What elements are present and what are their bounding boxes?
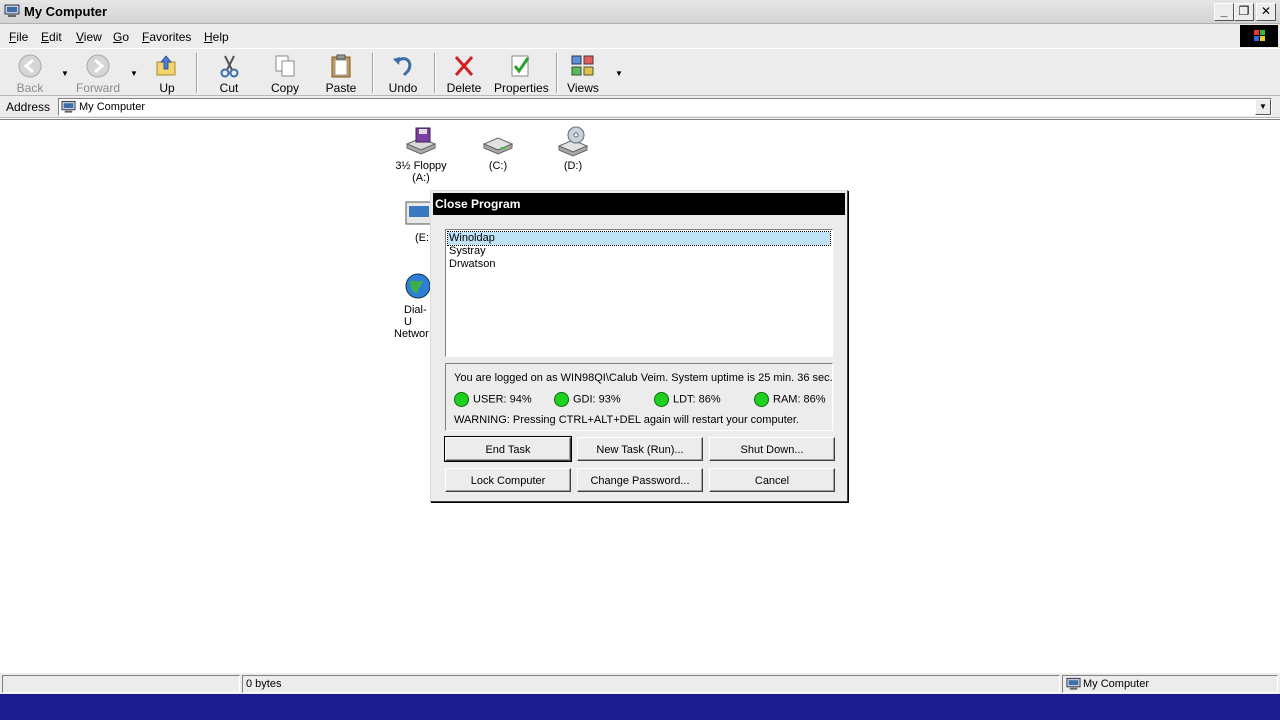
views-button[interactable]: Views [566, 51, 600, 95]
cut-button[interactable]: Cut [212, 51, 246, 95]
dialog-title: Close Program [433, 193, 845, 215]
toolbar-separator [372, 53, 374, 93]
properties-icon [511, 55, 530, 77]
address-value: My Computer [79, 101, 146, 113]
status-ok-icon [454, 392, 469, 407]
status-zone: My Computer [1062, 675, 1278, 693]
resource-gdi: GDI: 93% [554, 392, 621, 407]
views-dropdown-arrow[interactable]: ▼ [615, 69, 623, 78]
menu-favorites[interactable]: Favorites [142, 30, 191, 44]
clipboard-icon [331, 54, 351, 78]
title-bar: My Computer _ ❐ ✕ [0, 0, 1280, 24]
resource-ram: RAM: 86% [754, 392, 826, 407]
forward-dropdown-arrow[interactable]: ▼ [130, 69, 138, 78]
new-task-button[interactable]: New Task (Run)... [577, 437, 703, 461]
windows-flag-icon [1254, 30, 1265, 41]
warning-text: WARNING: Pressing CTRL+ALT+DEL again wil… [454, 414, 799, 426]
up-button[interactable]: Up [150, 51, 184, 95]
cd-drive-icon [557, 126, 589, 157]
back-arrow-icon [18, 54, 42, 78]
status-ok-icon [754, 392, 769, 407]
folder-up-icon [156, 55, 176, 76]
window-title: My Computer [24, 4, 108, 19]
cancel-button[interactable]: Cancel [709, 468, 835, 492]
undo-button[interactable]: Undo [386, 51, 420, 95]
logon-text: You are logged on as WIN98QI\Calub Veim.… [454, 372, 833, 384]
delete-button[interactable]: Delete [446, 51, 482, 95]
status-ok-icon [554, 392, 569, 407]
resource-ldt: LDT: 86% [654, 392, 721, 407]
dialup-networking[interactable]: Dial-U Networ [390, 272, 432, 340]
undo-icon [393, 57, 412, 77]
end-task-button[interactable]: End Task [444, 436, 572, 462]
drive-d[interactable]: (D:) [539, 126, 607, 172]
paste-button[interactable]: Paste [322, 51, 360, 95]
toolbar: Back ▼ Forward ▼ Up Cut Copy Paste Undo … [0, 48, 1280, 96]
toolbar-separator [434, 53, 436, 93]
status-size: 0 bytes [242, 675, 1060, 693]
delete-x-icon [454, 56, 474, 76]
views-grid-icon [571, 55, 594, 76]
computer-icon [61, 100, 76, 113]
copy-icon [275, 55, 295, 77]
change-password-button[interactable]: Change Password... [577, 468, 703, 492]
toolbar-separator [556, 53, 558, 93]
scissors-icon [220, 55, 239, 78]
menu-bar: File Edit View Go Favorites Help [0, 24, 1280, 48]
computer-icon [1066, 677, 1081, 690]
process-list[interactable]: Winoldap Systray Drwatson [445, 229, 833, 357]
status-bar: 0 bytes My Computer [0, 672, 1280, 694]
back-dropdown-arrow[interactable]: ▼ [61, 69, 69, 78]
address-label: Address [6, 100, 51, 114]
list-item[interactable]: Drwatson [448, 258, 830, 271]
restore-button[interactable]: ❐ [1234, 3, 1254, 21]
status-pane-objects [2, 675, 240, 693]
copy-button[interactable]: Copy [266, 51, 304, 95]
forward-button[interactable]: Forward [76, 51, 120, 95]
windows-logo [1240, 25, 1278, 47]
menu-edit[interactable]: Edit [41, 30, 62, 44]
minimize-button[interactable]: _ [1214, 3, 1234, 21]
shut-down-button[interactable]: Shut Down... [709, 437, 835, 461]
menu-file[interactable]: File [9, 30, 28, 44]
drive-floppy-a[interactable]: 3½ Floppy (A:) [387, 126, 455, 184]
menu-help[interactable]: Help [204, 30, 229, 44]
floppy-drive-icon [405, 127, 437, 155]
address-bar: Address My Computer ▼ [0, 96, 1280, 118]
status-ok-icon [654, 392, 669, 407]
address-dropdown-button[interactable]: ▼ [1255, 99, 1271, 115]
menu-go[interactable]: Go [113, 30, 129, 44]
toolbar-separator [196, 53, 198, 93]
resource-user: USER: 94% [454, 392, 532, 407]
hard-drive-icon [482, 137, 514, 155]
forward-arrow-icon [86, 54, 110, 78]
address-input[interactable]: My Computer ▼ [58, 98, 1272, 116]
close-button[interactable]: ✕ [1256, 3, 1276, 21]
properties-button[interactable]: Properties [494, 51, 549, 95]
list-item[interactable]: Systray [448, 245, 830, 258]
lock-computer-button[interactable]: Lock Computer [445, 468, 571, 492]
computer-icon [4, 4, 20, 17]
back-button[interactable]: Back [12, 51, 48, 95]
menu-view[interactable]: View [76, 30, 102, 44]
close-program-dialog: Close Program Winoldap Systray Drwatson … [430, 190, 848, 502]
system-info-panel: You are logged on as WIN98QI\Calub Veim.… [445, 363, 833, 431]
list-item[interactable]: Winoldap [447, 231, 831, 246]
taskbar [0, 694, 1280, 720]
drive-c[interactable]: (C:) [464, 126, 532, 172]
